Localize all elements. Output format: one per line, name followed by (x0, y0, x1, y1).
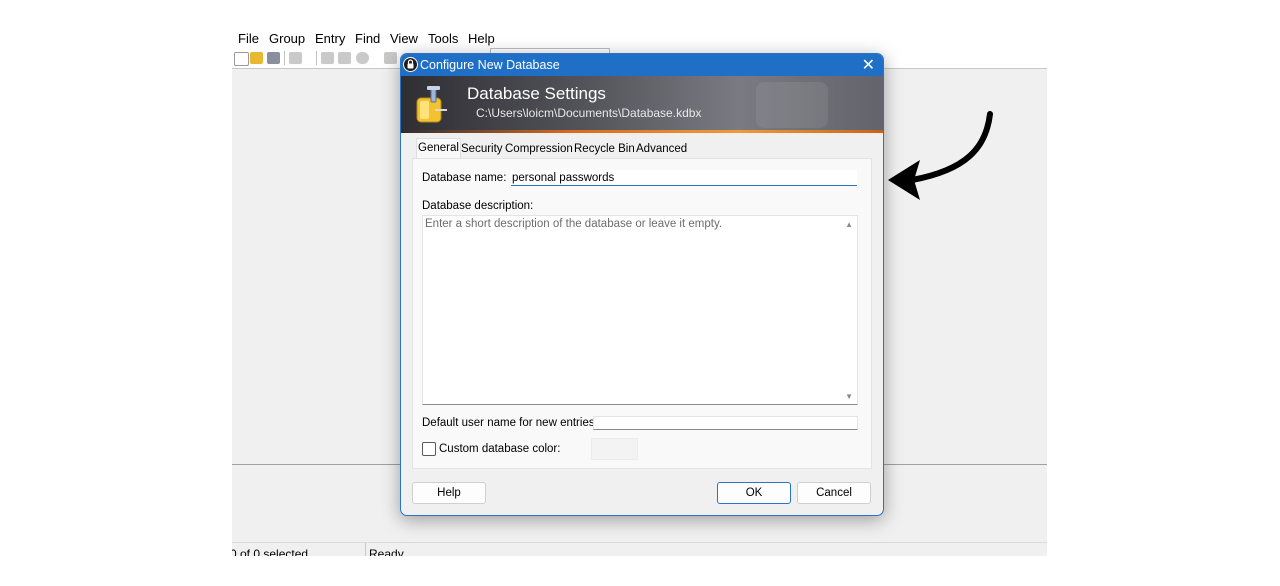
selection-status: 0 of 0 selected (232, 547, 309, 556)
database-path: C:\Users\loicm\Documents\Database.kdbx (476, 106, 702, 120)
scroll-down-icon[interactable]: ▼ (845, 392, 853, 401)
group-tree-pane[interactable] (232, 69, 399, 464)
help-button[interactable]: Help (412, 482, 486, 504)
color-picker-button[interactable] (591, 438, 638, 460)
tab-compression[interactable]: Compression (505, 140, 573, 158)
status-bar: 0 of 0 selected Ready (232, 542, 1047, 556)
menu-view[interactable]: View (390, 31, 418, 46)
database-description-label: Database description: (422, 200, 534, 212)
database-name-input[interactable] (511, 170, 857, 186)
tab-security[interactable]: Security (461, 140, 503, 158)
tab-advanced[interactable]: Advanced (636, 140, 687, 158)
scroll-up-icon[interactable]: ▲ (845, 220, 853, 229)
dialog-titlebar[interactable]: Configure New Database ✕ (401, 54, 883, 76)
dialog-title: Configure New Database (420, 58, 560, 72)
tab-recycle-bin[interactable]: Recycle Bin (574, 140, 635, 158)
banner-title: Database Settings (467, 84, 606, 103)
globe-icon[interactable] (356, 52, 369, 64)
save-icon[interactable] (267, 52, 280, 64)
menu-find[interactable]: Find (355, 31, 380, 46)
open-folder-icon[interactable] (250, 52, 263, 64)
custom-color-label: Custom database color: (439, 443, 561, 455)
banner-accent-strip (401, 130, 883, 133)
menu-bar: File Group Entry Find View Tools Help (232, 28, 1047, 48)
copy-icon[interactable] (338, 52, 351, 64)
menu-group[interactable]: Group (269, 31, 305, 46)
banner-watermark (756, 82, 828, 128)
custom-color-checkbox[interactable] (422, 442, 436, 456)
user-icon[interactable] (321, 52, 334, 64)
toolbar-separator (284, 51, 285, 65)
general-tab-panel: Database name: Database description: Ent… (412, 158, 872, 469)
database-name-label: Database name: (422, 172, 507, 184)
tab-general[interactable]: General (416, 138, 461, 159)
curved-arrow-icon (888, 111, 993, 200)
lock-icon[interactable] (384, 52, 397, 64)
status-separator (365, 543, 366, 556)
configure-database-dialog: Configure New Database ✕ Database Settin… (400, 53, 884, 516)
menu-help[interactable]: Help (468, 31, 495, 46)
database-settings-icon (416, 86, 447, 123)
toolbar-separator (316, 51, 317, 65)
default-user-label: Default user name for new entries: (422, 417, 598, 429)
keepass-lock-icon (403, 57, 418, 72)
menu-file[interactable]: File (238, 31, 259, 46)
new-database-icon[interactable] (234, 52, 249, 66)
dialog-banner: Database Settings C:\Users\loicm\Documen… (401, 76, 883, 132)
ready-status: Ready (369, 547, 404, 556)
close-icon[interactable]: ✕ (862, 55, 875, 75)
menu-tools[interactable]: Tools (428, 31, 458, 46)
key-icon[interactable] (289, 52, 302, 64)
cancel-button[interactable]: Cancel (797, 482, 871, 504)
ok-button[interactable]: OK (717, 482, 791, 504)
database-description-input[interactable]: Enter a short description of the databas… (422, 215, 858, 405)
menu-entry[interactable]: Entry (315, 31, 345, 46)
description-placeholder: Enter a short description of the databas… (425, 218, 723, 230)
default-user-input[interactable] (593, 416, 858, 430)
